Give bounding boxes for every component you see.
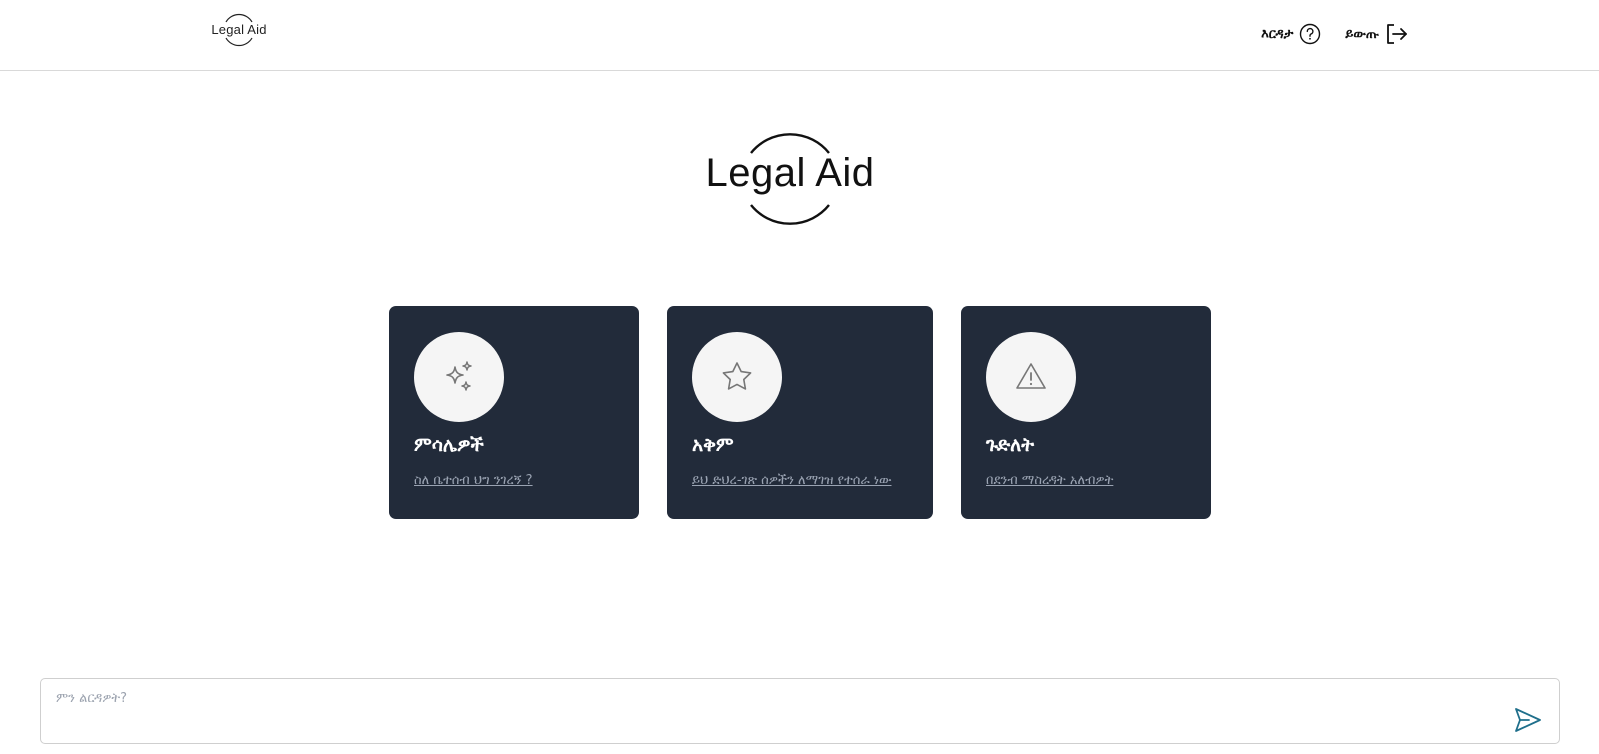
warning-icon [1016, 363, 1046, 389]
help-label: እርዳታ [1261, 26, 1294, 42]
send-button[interactable] [1513, 705, 1543, 735]
card-icon-circle [414, 332, 504, 422]
message-input[interactable] [56, 691, 1456, 731]
logout-label: ይውጡ [1345, 26, 1379, 42]
card-example-link[interactable]: ስለ ቤተሰብ ህግ ንገረኝ ? [414, 473, 533, 488]
logout-icon [1387, 24, 1407, 44]
header-logo[interactable]: Legal Aid [209, 12, 269, 50]
card-limitations[interactable]: ጉድለት በደንብ ማስረዳት አለብዎት [961, 306, 1211, 519]
card-example-link[interactable]: ይህ ድህረ-ገጽ ሰዎችን ለማገዝ የተሰራ ነው [692, 473, 892, 488]
question-circle-icon [1300, 23, 1321, 45]
sparkles-icon [446, 361, 472, 391]
card-title: ምሳሌዎች [414, 434, 484, 456]
page: Legal Aid እርዳታ ይውጡ Legal Aid ምሳሌዎች ስለ ቤተ… [0, 0, 1599, 754]
card-examples[interactable]: ምሳሌዎች ስለ ቤተሰብ ህግ ንገረኝ ? [389, 306, 639, 519]
card-icon-circle [986, 332, 1076, 422]
card-title: አቅም [692, 434, 734, 456]
card-example-link[interactable]: በደንብ ማስረዳት አለብዎት [986, 473, 1113, 488]
card-capabilities[interactable]: አቅም ይህ ድህረ-ገጽ ሰዎችን ለማገዝ የተሰራ ነው [667, 306, 933, 519]
suggestion-cards: ምሳሌዎች ስለ ቤተሰብ ህግ ንገረኝ ? አቅም ይህ ድህረ-ገጽ ሰዎ… [0, 306, 1599, 519]
help-button[interactable]: እርዳታ [1261, 23, 1321, 45]
star-icon [722, 362, 752, 390]
hero-logo-text: Legal Aid [705, 151, 875, 195]
header-logo-text: Legal Aid [211, 22, 267, 37]
message-composer [40, 678, 1560, 744]
card-title: ጉድለት [986, 434, 1035, 456]
card-icon-circle [692, 332, 782, 422]
top-header: Legal Aid እርዳታ ይውጡ [0, 0, 1599, 71]
logout-button[interactable]: ይውጡ [1345, 22, 1409, 46]
header-actions: እርዳታ ይውጡ [1261, 22, 1409, 46]
send-icon [1515, 708, 1541, 732]
hero-logo: Legal Aid [705, 125, 875, 233]
